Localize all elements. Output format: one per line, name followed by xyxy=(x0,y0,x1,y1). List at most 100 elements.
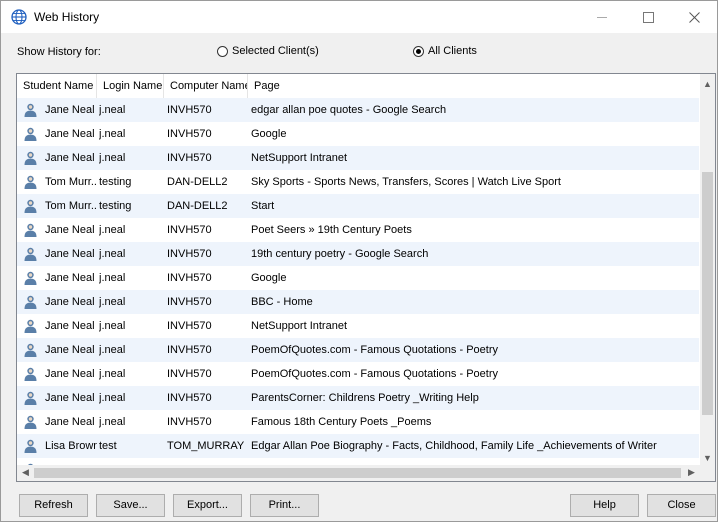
cell-student-name: Jane Neal xyxy=(17,290,97,314)
minimize-button[interactable] xyxy=(579,1,625,33)
vertical-scrollbar[interactable]: ▲ ▼ xyxy=(700,74,715,465)
cell-student-name: Jane Neal xyxy=(17,386,97,410)
close-icon xyxy=(688,11,700,23)
cell-computer-name: INVH570 xyxy=(167,272,212,284)
cell-student-name: Tom Murr... xyxy=(17,194,97,218)
cell-login-name: j.neal xyxy=(99,368,126,380)
user-icon xyxy=(24,103,37,117)
show-history-label: Show History for: xyxy=(17,46,101,58)
list-header: Student Name Login Name Computer Name Pa… xyxy=(17,74,699,99)
user-icon xyxy=(24,343,37,357)
table-row[interactable]: Tom Murr... testing DAN-DELL2 Start xyxy=(17,194,699,218)
student-name-text: Lisa Brown xyxy=(45,440,97,452)
maximize-button[interactable] xyxy=(625,1,671,33)
cell-page: PoemOfQuotes.com - Famous Quotations - P… xyxy=(251,368,498,380)
help-button[interactable]: Help xyxy=(570,494,639,517)
user-icon xyxy=(24,319,37,333)
cell-page: NetSupport Intranet xyxy=(251,320,348,332)
scroll-left-arrow-icon[interactable]: ◀ xyxy=(18,465,33,480)
cell-computer-name: INVH570 xyxy=(167,248,212,260)
user-icon xyxy=(24,199,37,213)
scroll-up-arrow-icon[interactable]: ▲ xyxy=(700,76,715,91)
all-clients-radio[interactable]: All Clients xyxy=(413,45,477,57)
close-button[interactable]: Close xyxy=(647,494,716,517)
table-row[interactable]: Jane Neal j.neal INVH570 BBC - Home xyxy=(17,290,699,314)
cell-login-name: j.neal xyxy=(99,152,126,164)
cell-login-name: j.neal xyxy=(99,104,126,116)
horizontal-scrollbar[interactable]: ◀ ▶ xyxy=(17,465,700,481)
cell-student-name: Jane Neal xyxy=(17,218,97,242)
table-row[interactable]: Jane Neal j.neal INVH570 Google xyxy=(17,122,699,146)
window-title: Web History xyxy=(34,10,100,24)
student-name-text: Jane Neal xyxy=(45,320,95,332)
student-name-text: Jane Neal xyxy=(45,416,95,428)
table-row[interactable]: Jane Neal j.neal INVH570 ParentsCorner: Chi… xyxy=(17,386,699,410)
user-icon xyxy=(24,295,37,309)
student-name-text: Jane Neal xyxy=(45,344,95,356)
cell-student-name: Jane Neal xyxy=(17,146,97,170)
cell-computer-name: INVH570 xyxy=(167,368,212,380)
table-row[interactable]: Sarah Gr...JaneCMPC-3127.0.0.1 – Network… xyxy=(17,458,699,465)
export-button[interactable]: Export... xyxy=(173,494,242,517)
print-button[interactable]: Print... xyxy=(250,494,319,517)
title-bar[interactable]: Web History xyxy=(1,1,717,33)
vertical-scroll-thumb[interactable] xyxy=(702,172,713,415)
radio-button-checked[interactable] xyxy=(413,45,424,57)
cell-login-name: test xyxy=(99,440,117,452)
table-row[interactable]: Jane Neal j.neal INVH570 Famous 18th Centur… xyxy=(17,410,699,434)
table-row[interactable]: Jane Neal j.neal INVH570 NetSupport Intrane… xyxy=(17,146,699,170)
table-row[interactable]: Jane Neal j.neal INVH570 Google xyxy=(17,266,699,290)
cell-login-name: j.neal xyxy=(99,128,126,140)
table-row[interactable]: Tom Murr... testing DAN-DELL2 Sky Sports - … xyxy=(17,170,699,194)
user-icon xyxy=(24,247,37,261)
cell-student-name: Lisa Brown xyxy=(17,434,97,458)
table-row[interactable]: Lisa Brown test TOM_MURRAY Edgar Allan Poe … xyxy=(17,434,699,458)
student-name-text: Jane Neal xyxy=(45,128,95,140)
cell-login-name: j.neal xyxy=(99,416,126,428)
cell-student-name: Jane Neal xyxy=(17,242,97,266)
cell-computer-name: INVH570 xyxy=(167,296,212,308)
minimize-icon xyxy=(597,16,607,18)
cell-login-name: testing xyxy=(99,176,132,188)
refresh-button[interactable]: Refresh xyxy=(19,494,88,517)
student-name-text: Jane Neal xyxy=(45,248,95,260)
web-history-window: Web History Show History for: Selected C… xyxy=(0,0,718,522)
scroll-down-arrow-icon[interactable]: ▼ xyxy=(700,450,715,465)
cell-computer-name: INVH570 xyxy=(167,152,212,164)
column-header-login-name[interactable]: Login Name xyxy=(97,74,164,98)
cell-student-name: Jane Neal xyxy=(17,338,97,362)
table-row[interactable]: Jane Neal j.neal INVH570 edgar allan poe qu… xyxy=(17,98,699,122)
user-icon xyxy=(24,223,37,237)
table-row[interactable]: Jane Neal j.neal INVH570 NetSupport Intrane… xyxy=(17,314,699,338)
scroll-right-arrow-icon[interactable]: ▶ xyxy=(684,465,699,480)
close-window-button[interactable] xyxy=(671,1,717,33)
column-header-student-name[interactable]: Student Name xyxy=(17,74,97,98)
cell-student-name: Jane Neal xyxy=(17,362,97,386)
table-row[interactable]: Jane Neal j.neal INVH570 PoemOfQuotes.com -… xyxy=(17,362,699,386)
cell-page: Famous 18th Century Poets _Poems xyxy=(251,416,432,428)
cell-page: BBC - Home xyxy=(251,296,313,308)
all-clients-label: All Clients xyxy=(428,45,477,57)
table-row[interactable]: Jane Neal j.neal INVH570 PoemOfQuotes.com -… xyxy=(17,338,699,362)
cell-student-name: Jane Neal xyxy=(17,266,97,290)
history-list[interactable]: Student Name Login Name Computer Name Pa… xyxy=(16,73,716,482)
table-row[interactable]: Jane Neal j.neal INVH570 19th century poetr… xyxy=(17,242,699,266)
radio-button[interactable] xyxy=(217,45,228,57)
user-icon xyxy=(24,415,37,429)
horizontal-scroll-thumb[interactable] xyxy=(34,468,681,478)
user-icon xyxy=(24,439,37,453)
cell-page: PoemOfQuotes.com - Famous Quotations - P… xyxy=(251,344,498,356)
cell-computer-name: INVH570 xyxy=(167,320,212,332)
cell-login-name: j.neal xyxy=(99,320,126,332)
cell-login-name: j.neal xyxy=(99,344,126,356)
column-header-computer-name[interactable]: Computer Name xyxy=(164,74,248,98)
save-button[interactable]: Save... xyxy=(96,494,165,517)
cell-student-name: Tom Murr... xyxy=(17,170,97,194)
table-row[interactable]: Jane Neal j.neal INVH570 Poet Seers » 19th … xyxy=(17,218,699,242)
student-name-text: Tom Murr... xyxy=(45,200,97,212)
cell-student-name: Jane Neal xyxy=(17,122,97,146)
student-name-text: Jane Neal xyxy=(45,296,95,308)
selected-clients-radio[interactable]: Selected Client(s) xyxy=(217,45,319,57)
column-header-page[interactable]: Page xyxy=(248,74,699,98)
student-name-text: Jane Neal xyxy=(45,368,95,380)
